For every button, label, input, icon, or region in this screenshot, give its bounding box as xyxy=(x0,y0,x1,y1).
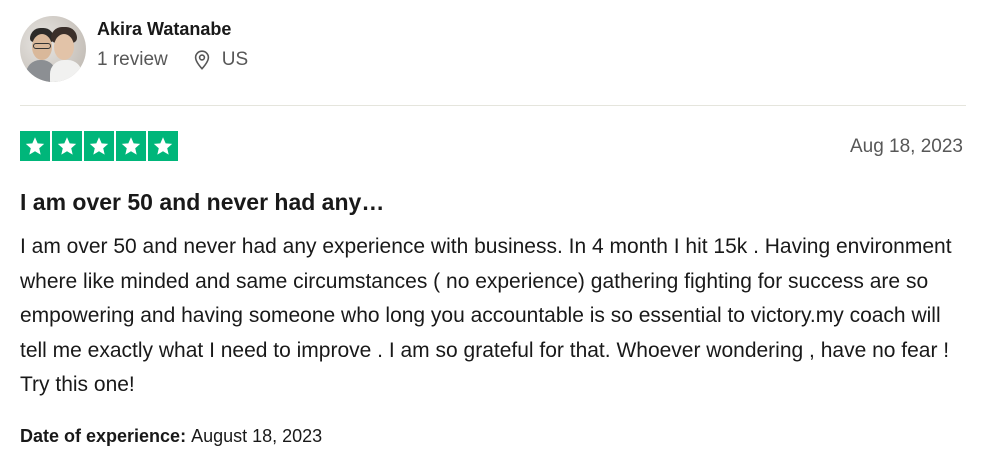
reviewer-country: US xyxy=(221,48,249,70)
review-count: 1 review xyxy=(97,48,168,70)
star-icon xyxy=(20,131,50,161)
review-body: I am over 50 and never had any experienc… xyxy=(20,235,952,396)
star-icon xyxy=(52,131,82,161)
star-icon xyxy=(148,131,178,161)
reviewer-avatar[interactable] xyxy=(20,16,86,82)
star-rating xyxy=(20,131,178,161)
star-icon xyxy=(116,131,146,161)
review-date: Aug 18, 2023 xyxy=(849,136,963,157)
reviewer-meta: Akira Watanabe 1 review US xyxy=(97,19,248,71)
experience-date: August 18, 2023 xyxy=(191,426,323,446)
reviewer-name[interactable]: Akira Watanabe xyxy=(97,18,248,40)
map-pin-icon xyxy=(194,49,209,70)
reviewer-header: Akira Watanabe 1 review US xyxy=(20,14,248,84)
reviewer-info: 1 review US xyxy=(97,49,248,71)
star-icon xyxy=(84,131,114,161)
divider xyxy=(20,105,966,106)
review-title[interactable]: I am over 50 and never had any… xyxy=(20,187,384,217)
date-of-experience: Date of experience: August 18, 2023 xyxy=(20,426,322,447)
experience-label: Date of experience: xyxy=(20,426,192,446)
